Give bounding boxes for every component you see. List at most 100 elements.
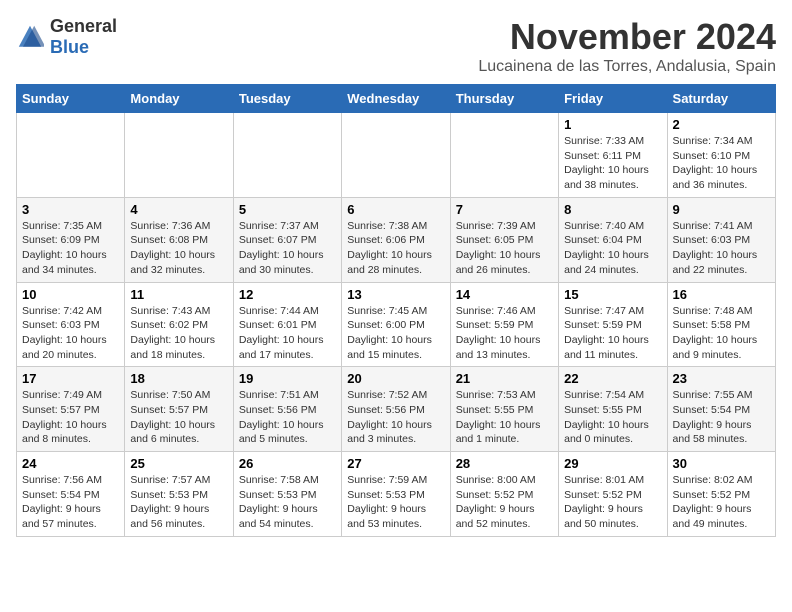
day-info: Sunrise: 7:53 AM Sunset: 5:55 PM Dayligh… [456, 388, 553, 447]
day-info: Sunrise: 8:00 AM Sunset: 5:52 PM Dayligh… [456, 473, 553, 532]
day-info: Sunrise: 7:48 AM Sunset: 5:58 PM Dayligh… [673, 304, 770, 363]
day-info: Sunrise: 7:57 AM Sunset: 5:53 PM Dayligh… [130, 473, 227, 532]
day-info: Sunrise: 7:40 AM Sunset: 6:04 PM Dayligh… [564, 219, 661, 278]
day-cell-21: 21 Sunrise: 7:53 AM Sunset: 5:55 PM Dayli… [450, 367, 558, 452]
day-info: Sunrise: 7:38 AM Sunset: 6:06 PM Dayligh… [347, 219, 444, 278]
weekday-header-row: SundayMondayTuesdayWednesdayThursdayFrid… [17, 85, 776, 113]
day-cell-27: 27 Sunrise: 7:59 AM Sunset: 5:53 PM Dayli… [342, 452, 450, 537]
day-info: Sunrise: 8:02 AM Sunset: 5:52 PM Dayligh… [673, 473, 770, 532]
day-cell-16: 16Sunrise: 7:48 AM Sunset: 5:58 PM Dayli… [667, 282, 775, 367]
day-number: 21 [456, 371, 553, 386]
empty-cell [450, 113, 558, 198]
weekday-header-monday: Monday [125, 85, 233, 113]
day-cell-24: 24Sunrise: 7:56 AM Sunset: 5:54 PM Dayli… [17, 452, 125, 537]
day-info: Sunrise: 7:50 AM Sunset: 5:57 PM Dayligh… [130, 388, 227, 447]
empty-cell [17, 113, 125, 198]
title-area: November 2024 Lucainena de las Torres, A… [478, 16, 776, 76]
day-cell-23: 23Sunrise: 7:55 AM Sunset: 5:54 PM Dayli… [667, 367, 775, 452]
weekday-header-wednesday: Wednesday [342, 85, 450, 113]
day-cell-18: 18 Sunrise: 7:50 AM Sunset: 5:57 PM Dayli… [125, 367, 233, 452]
weekday-header-tuesday: Tuesday [233, 85, 341, 113]
day-number: 25 [130, 456, 227, 471]
day-number: 10 [22, 287, 119, 302]
day-info: Sunrise: 7:39 AM Sunset: 6:05 PM Dayligh… [456, 219, 553, 278]
weekday-header-sunday: Sunday [17, 85, 125, 113]
day-cell-22: 22 Sunrise: 7:54 AM Sunset: 5:55 PM Dayli… [559, 367, 667, 452]
day-cell-29: 29 Sunrise: 8:01 AM Sunset: 5:52 PM Dayli… [559, 452, 667, 537]
day-info: Sunrise: 7:54 AM Sunset: 5:55 PM Dayligh… [564, 388, 661, 447]
day-info: Sunrise: 7:46 AM Sunset: 5:59 PM Dayligh… [456, 304, 553, 363]
day-info: Sunrise: 7:37 AM Sunset: 6:07 PM Dayligh… [239, 219, 336, 278]
day-cell-2: 2 Sunrise: 7:34 AM Sunset: 6:10 PM Daylig… [667, 113, 775, 198]
day-number: 7 [456, 202, 553, 217]
day-info: Sunrise: 7:35 AM Sunset: 6:09 PM Dayligh… [22, 219, 119, 278]
empty-cell [342, 113, 450, 198]
day-number: 29 [564, 456, 661, 471]
day-number: 18 [130, 371, 227, 386]
day-number: 8 [564, 202, 661, 217]
day-number: 9 [673, 202, 770, 217]
logo-icon [16, 23, 44, 51]
day-number: 4 [130, 202, 227, 217]
week-row-3: 10Sunrise: 7:42 AM Sunset: 6:03 PM Dayli… [17, 282, 776, 367]
day-info: Sunrise: 7:43 AM Sunset: 6:02 PM Dayligh… [130, 304, 227, 363]
day-cell-11: 11 Sunrise: 7:43 AM Sunset: 6:02 PM Dayli… [125, 282, 233, 367]
day-info: Sunrise: 7:51 AM Sunset: 5:56 PM Dayligh… [239, 388, 336, 447]
day-number: 20 [347, 371, 444, 386]
day-cell-15: 15 Sunrise: 7:47 AM Sunset: 5:59 PM Dayli… [559, 282, 667, 367]
week-row-1: 1 Sunrise: 7:33 AM Sunset: 6:11 PM Daylig… [17, 113, 776, 198]
empty-cell [233, 113, 341, 198]
day-number: 30 [673, 456, 770, 471]
month-title: November 2024 [478, 16, 776, 58]
day-number: 14 [456, 287, 553, 302]
day-info: Sunrise: 7:44 AM Sunset: 6:01 PM Dayligh… [239, 304, 336, 363]
day-info: Sunrise: 7:34 AM Sunset: 6:10 PM Dayligh… [673, 134, 770, 193]
day-info: Sunrise: 8:01 AM Sunset: 5:52 PM Dayligh… [564, 473, 661, 532]
day-cell-9: 9 Sunrise: 7:41 AM Sunset: 6:03 PM Daylig… [667, 197, 775, 282]
day-number: 2 [673, 117, 770, 132]
weekday-header-thursday: Thursday [450, 85, 558, 113]
day-cell-26: 26Sunrise: 7:58 AM Sunset: 5:53 PM Dayli… [233, 452, 341, 537]
day-info: Sunrise: 7:41 AM Sunset: 6:03 PM Dayligh… [673, 219, 770, 278]
location-title: Lucainena de las Torres, Andalusia, Spai… [478, 58, 776, 76]
day-info: Sunrise: 7:33 AM Sunset: 6:11 PM Dayligh… [564, 134, 661, 193]
empty-cell [125, 113, 233, 198]
day-cell-14: 14 Sunrise: 7:46 AM Sunset: 5:59 PM Dayli… [450, 282, 558, 367]
day-cell-19: 19Sunrise: 7:51 AM Sunset: 5:56 PM Dayli… [233, 367, 341, 452]
day-cell-10: 10Sunrise: 7:42 AM Sunset: 6:03 PM Dayli… [17, 282, 125, 367]
day-number: 28 [456, 456, 553, 471]
day-info: Sunrise: 7:47 AM Sunset: 5:59 PM Dayligh… [564, 304, 661, 363]
day-cell-12: 12 Sunrise: 7:44 AM Sunset: 6:01 PM Dayli… [233, 282, 341, 367]
header: General Blue November 2024 Lucainena de … [16, 16, 776, 76]
day-cell-3: 3Sunrise: 7:35 AM Sunset: 6:09 PM Daylig… [17, 197, 125, 282]
day-cell-6: 6 Sunrise: 7:38 AM Sunset: 6:06 PM Daylig… [342, 197, 450, 282]
day-info: Sunrise: 7:59 AM Sunset: 5:53 PM Dayligh… [347, 473, 444, 532]
day-cell-25: 25 Sunrise: 7:57 AM Sunset: 5:53 PM Dayli… [125, 452, 233, 537]
day-cell-7: 7 Sunrise: 7:39 AM Sunset: 6:05 PM Daylig… [450, 197, 558, 282]
day-number: 15 [564, 287, 661, 302]
day-cell-30: 30 Sunrise: 8:02 AM Sunset: 5:52 PM Dayli… [667, 452, 775, 537]
day-cell-28: 28 Sunrise: 8:00 AM Sunset: 5:52 PM Dayli… [450, 452, 558, 537]
day-cell-1: 1 Sunrise: 7:33 AM Sunset: 6:11 PM Daylig… [559, 113, 667, 198]
week-row-2: 3Sunrise: 7:35 AM Sunset: 6:09 PM Daylig… [17, 197, 776, 282]
day-number: 24 [22, 456, 119, 471]
day-number: 1 [564, 117, 661, 132]
day-number: 11 [130, 287, 227, 302]
day-cell-13: 13 Sunrise: 7:45 AM Sunset: 6:00 PM Dayli… [342, 282, 450, 367]
logo-text-general: General [50, 16, 117, 36]
week-row-4: 17Sunrise: 7:49 AM Sunset: 5:57 PM Dayli… [17, 367, 776, 452]
weekday-header-friday: Friday [559, 85, 667, 113]
calendar: SundayMondayTuesdayWednesdayThursdayFrid… [16, 84, 776, 537]
logo: General Blue [16, 16, 117, 58]
logo-text-blue: Blue [50, 37, 89, 57]
day-cell-5: 5Sunrise: 7:37 AM Sunset: 6:07 PM Daylig… [233, 197, 341, 282]
day-number: 12 [239, 287, 336, 302]
day-info: Sunrise: 7:45 AM Sunset: 6:00 PM Dayligh… [347, 304, 444, 363]
day-info: Sunrise: 7:58 AM Sunset: 5:53 PM Dayligh… [239, 473, 336, 532]
day-number: 22 [564, 371, 661, 386]
day-number: 27 [347, 456, 444, 471]
day-number: 6 [347, 202, 444, 217]
day-number: 13 [347, 287, 444, 302]
day-info: Sunrise: 7:55 AM Sunset: 5:54 PM Dayligh… [673, 388, 770, 447]
day-cell-17: 17Sunrise: 7:49 AM Sunset: 5:57 PM Dayli… [17, 367, 125, 452]
